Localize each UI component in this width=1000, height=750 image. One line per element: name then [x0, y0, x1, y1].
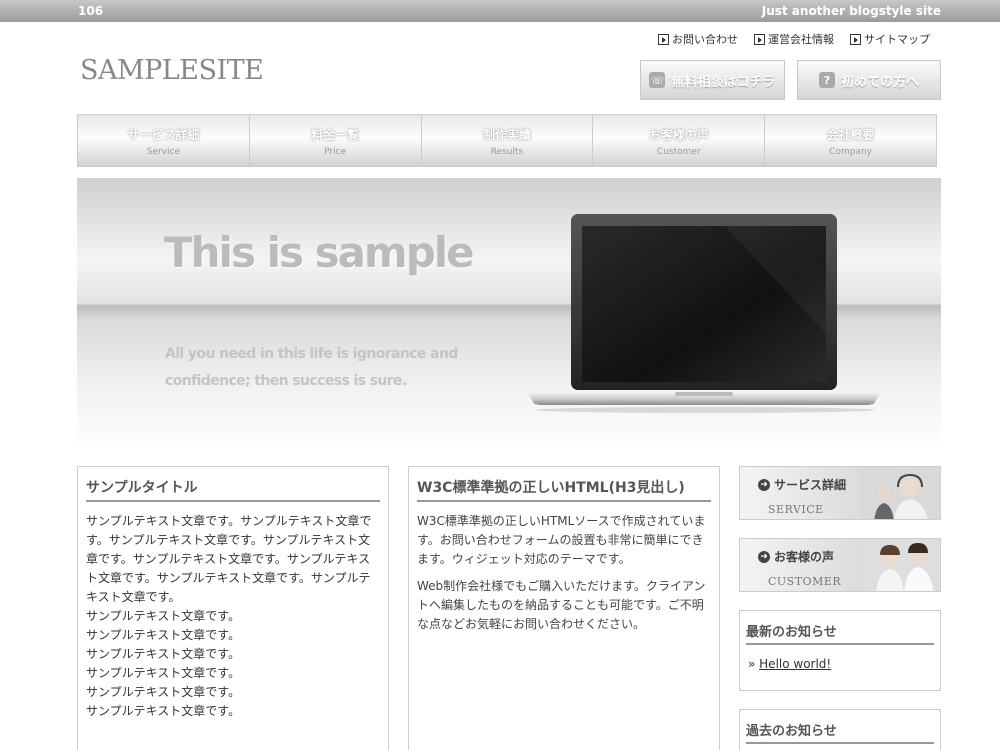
- headset-operator-photo: [860, 467, 940, 519]
- service-banner[interactable]: ➜ サービス詳細 SERVICE: [739, 466, 941, 520]
- link-arrow-icon: [754, 33, 765, 45]
- site-tagline: Just another blogstyle site: [761, 4, 941, 18]
- contact-link[interactable]: お問い合わせ: [658, 31, 738, 47]
- sitemap-link[interactable]: サイトマップ: [850, 31, 930, 47]
- post-count: 106: [78, 4, 104, 18]
- sample-post-box: サンプルタイトル サンプルテキスト文章です。サンプルテキスト文章です。サンプルテ…: [77, 466, 389, 750]
- latest-news-title: 最新のお知らせ: [746, 621, 934, 645]
- free-consult-button[interactable]: ☏ 無料相談はコチラ: [640, 60, 785, 100]
- link-arrow-icon: [850, 33, 861, 45]
- hero-banner: This is sample All you need in this life…: [77, 178, 941, 450]
- hero-title: This is sample: [164, 228, 475, 277]
- phone-icon: ☏: [649, 72, 666, 88]
- latest-news-widget: 最新のお知らせ » Hello world!: [739, 610, 941, 691]
- news-item-link[interactable]: Hello world!: [759, 657, 831, 671]
- nav-item-price[interactable]: 料金一覧 Price: [249, 115, 422, 166]
- laptop-image: [527, 214, 881, 413]
- top-bar: 106 Just another blogstyle site: [0, 0, 1000, 22]
- nav-item-results[interactable]: 制作実績 Results: [421, 115, 594, 166]
- first-visit-button[interactable]: ? 初めての方へ: [797, 60, 941, 100]
- sample-post-title: サンプルタイトル: [86, 477, 380, 502]
- past-news-title: 過去のお知らせ: [746, 720, 934, 744]
- nav-item-company[interactable]: 会社概要 Company: [765, 115, 936, 166]
- sample-post-body: サンプルテキスト文章です。サンプルテキスト文章です。サンプルテキスト文章です。サ…: [86, 514, 372, 718]
- nav-item-customer[interactable]: お客様の声 Customer: [593, 115, 766, 166]
- company-info-link[interactable]: 運営会社情報: [754, 31, 834, 47]
- arrow-circle-icon: ➜: [758, 550, 770, 563]
- customer-voice-banner[interactable]: ➜ お客様の声 CUSTOMER: [739, 538, 941, 592]
- hero-subtitle: All you need in this life is ignorance a…: [165, 346, 458, 389]
- header-links: お問い合わせ 運営会社情報 サイトマップ: [658, 31, 930, 47]
- w3c-info-body: W3C標準準拠の正しいHTMLソースで作成されています。お問い合わせフォームの設…: [417, 514, 706, 631]
- question-icon: ?: [818, 72, 835, 88]
- site-logo[interactable]: SAMPLESITE: [80, 55, 264, 86]
- link-arrow-icon: [658, 33, 669, 45]
- w3c-info-title: W3C標準準拠の正しいHTML(H3見出し): [417, 477, 711, 502]
- customers-photo: [860, 539, 940, 591]
- w3c-info-box: W3C標準準拠の正しいHTML(H3見出し) W3C標準準拠の正しいHTMLソー…: [408, 466, 720, 750]
- past-news-widget: 過去のお知らせ: [739, 709, 941, 750]
- arrow-circle-icon: ➜: [758, 478, 770, 491]
- nav-item-service[interactable]: サービス詳細 Service: [78, 115, 250, 166]
- main-nav: サービス詳細 Service 料金一覧 Price 制作実績 Results お客様の…: [77, 114, 937, 167]
